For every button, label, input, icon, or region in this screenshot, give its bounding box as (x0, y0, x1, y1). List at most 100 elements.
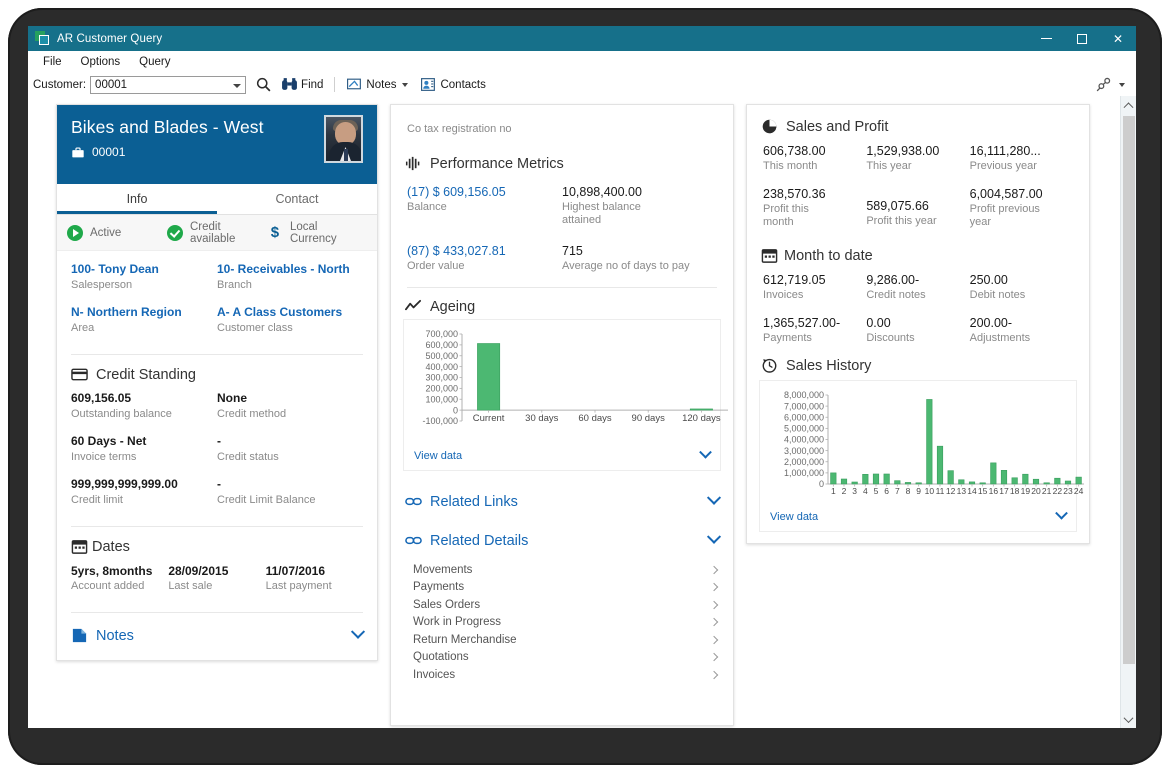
scroll-down-arrow[interactable] (1121, 711, 1136, 728)
customer-combobox[interactable] (90, 75, 247, 94)
chevron-down-icon[interactable] (350, 624, 366, 639)
credit-status: - Credit status (217, 434, 363, 464)
bar-levels-icon (405, 156, 420, 171)
link-key-icon[interactable] (1095, 76, 1112, 93)
ageing-view-data-link[interactable]: View data (414, 450, 462, 462)
chevron-down-icon[interactable] (706, 529, 722, 544)
menu-item-file[interactable]: File (35, 54, 70, 70)
svg-text:22: 22 (1053, 486, 1063, 496)
credit-outstanding-balance: 609,156.05 Outstanding balance (71, 391, 217, 421)
date-account-added: 5yrs, 8months Account added (71, 563, 168, 593)
chevron-right-icon (709, 600, 719, 609)
chevron-down-icon[interactable] (699, 445, 712, 459)
scroll-up-arrow[interactable] (1121, 96, 1136, 113)
attribute-value: N- Northern Region (71, 305, 182, 319)
dates-header: Dates (57, 527, 377, 563)
menu-item-query[interactable]: Query (131, 54, 178, 70)
svg-text:120 days: 120 days (682, 413, 721, 424)
related-details-header[interactable]: Related Details (391, 526, 733, 559)
sales-history-chart-container: 0 1,000,000 2,000,000 3,000,000 4,000,000 5,0… (759, 380, 1084, 532)
attribute-salesperson[interactable]: 100- Tony Dean Salesperson (71, 262, 217, 292)
chevron-right-icon (709, 565, 719, 574)
list-item[interactable]: Quotations (391, 649, 733, 667)
chevron-right-icon (709, 583, 719, 592)
item-label: Account added (71, 580, 145, 592)
sales-history-view-data-link[interactable]: View data (770, 511, 818, 523)
status-credit-available: Credit available (166, 220, 267, 245)
briefcase-icon (72, 146, 84, 157)
svg-text:2: 2 (842, 486, 847, 496)
maximize-icon[interactable] (1064, 26, 1100, 51)
item-label: Credit status (217, 451, 279, 463)
svg-text:100,000: 100,000 (425, 394, 458, 404)
credit-invoice-terms: 60 Days - Net Invoice terms (71, 434, 217, 464)
customer-card-header: Bikes and Blades - West 00001 (57, 105, 377, 184)
performance-card: Co tax registration no Performance Metri… (390, 104, 734, 726)
chevron-down-icon[interactable] (706, 490, 722, 505)
list-item[interactable]: Work in Progress (391, 614, 733, 632)
sp-profit-this-year: 589,075.66 Profit this year (866, 186, 969, 229)
item-label: Invoice terms (71, 451, 137, 463)
vertical-scrollbar[interactable] (1120, 96, 1136, 728)
svg-text:21: 21 (1042, 486, 1052, 496)
list-item-label: Movements (413, 563, 473, 576)
list-item-label: Quotations (413, 651, 469, 664)
metric-order-value[interactable]: (87) $ 433,027.81 Order value (407, 243, 562, 273)
list-item[interactable]: Invoices (391, 666, 733, 684)
contacts-icon (421, 78, 436, 91)
attribute-label: Salesperson (71, 279, 133, 291)
metric-label: Credit notes (866, 289, 926, 301)
menu-item-options[interactable]: Options (73, 54, 129, 70)
clock-history-icon (762, 358, 777, 373)
item-value: - (217, 434, 221, 448)
svg-text:10: 10 (925, 486, 935, 496)
notes-section-header[interactable]: Notes (57, 613, 377, 660)
item-value: 60 Days - Net (71, 434, 147, 448)
chevron-down-icon[interactable] (402, 82, 409, 87)
chevron-down-icon[interactable] (1119, 82, 1125, 87)
metric-value: 238,570.36 (763, 187, 826, 201)
status-row: Active Credit available $ Local Currency (57, 215, 377, 251)
svg-text:20: 20 (1031, 486, 1041, 496)
tab-contact[interactable]: Contact (217, 184, 377, 214)
list-item[interactable]: Sales Orders (391, 596, 733, 614)
link-icon (405, 497, 422, 506)
list-item[interactable]: Return Merchandise (391, 631, 733, 649)
notes-button[interactable]: Notes (343, 75, 414, 94)
attribute-value: A- A Class Customers (217, 305, 343, 319)
svg-text:600,000: 600,000 (425, 340, 458, 350)
search-button[interactable] (252, 75, 275, 94)
svg-text:5: 5 (874, 486, 879, 496)
tab-info[interactable]: Info (57, 184, 217, 214)
list-item-label: Sales Orders (413, 598, 481, 611)
metric-value: (87) $ 433,027.81 (407, 244, 506, 258)
close-icon[interactable]: ✕ (1100, 26, 1136, 51)
content-area: Bikes and Blades - West 00001 Info Conta… (28, 96, 1136, 728)
attribute-area[interactable]: N- Northern Region Area (71, 305, 217, 335)
attribute-customer-class[interactable]: A- A Class Customers Customer class (217, 305, 363, 335)
mtd-invoices: 612,719.05 Invoices (763, 272, 866, 302)
chevron-down-icon[interactable] (1055, 506, 1068, 520)
metric-balance[interactable]: (17) $ 609,156.05 Balance (407, 184, 562, 227)
credit-standing-title: Credit Standing (96, 366, 196, 383)
metric-value: 16,111,280... (969, 144, 1041, 158)
list-item[interactable]: Payments (391, 579, 733, 597)
menu-label-file: File (43, 56, 62, 68)
contacts-button[interactable]: Contacts (417, 75, 488, 94)
chevron-down-icon[interactable] (233, 83, 242, 88)
find-button[interactable]: Find (278, 75, 326, 94)
scroll-thumb[interactable] (1123, 116, 1135, 664)
tab-contact-label: Contact (275, 192, 319, 206)
customer-name: Bikes and Blades - West (71, 117, 264, 137)
minimize-icon[interactable] (1028, 26, 1064, 51)
status-credit-label: Credit available (189, 220, 236, 245)
attribute-branch[interactable]: 10- Receivables - North Branch (217, 262, 363, 292)
link-icon (405, 536, 422, 545)
customer-input[interactable] (91, 78, 224, 91)
metric-highest-balance: 10,898,400.00 Highest balance attained (562, 184, 717, 227)
related-links-header[interactable]: Related Links (391, 477, 733, 526)
month-to-date-grid: 612,719.05 Invoices 9,286.00- Credit not… (747, 270, 1089, 355)
list-item[interactable]: Movements (391, 561, 733, 579)
customer-code: 00001 (92, 145, 126, 159)
metric-value: 250.00 (969, 273, 1008, 287)
